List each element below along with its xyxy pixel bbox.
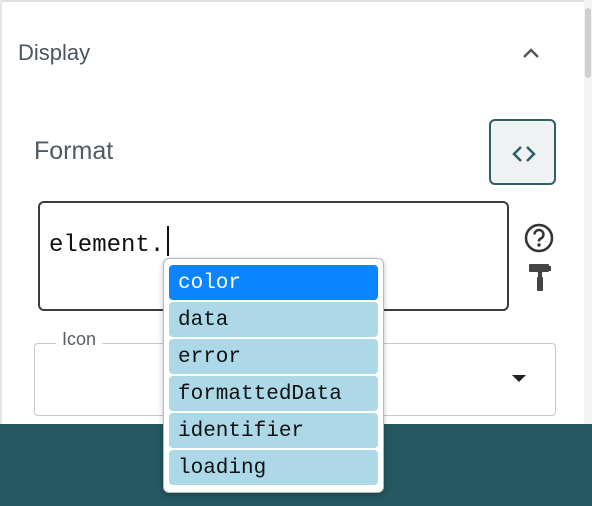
- chevron-up-icon[interactable]: [516, 38, 546, 68]
- scrollbar-thumb[interactable]: [585, 8, 591, 78]
- autocomplete-item-loading[interactable]: loading: [169, 450, 378, 485]
- autocomplete-list: color data error formattedData identifie…: [163, 258, 384, 493]
- format-label: Format: [34, 137, 114, 165]
- text-caret: [167, 226, 170, 256]
- dropdown-arrow-icon[interactable]: [512, 375, 526, 382]
- autocomplete-item-color[interactable]: color: [169, 265, 378, 300]
- panel-top-border: [0, 0, 592, 2]
- display-section-header[interactable]: Display: [2, 18, 582, 88]
- autocomplete-item-data[interactable]: data: [169, 302, 378, 337]
- format-value-text: element.: [49, 232, 165, 259]
- paint-roller-icon[interactable]: [527, 263, 553, 293]
- autocomplete-item-formatteddata[interactable]: formattedData: [169, 376, 378, 411]
- autocomplete-item-error[interactable]: error: [169, 339, 378, 374]
- help-circle-icon[interactable]: [523, 222, 555, 254]
- code-brackets-icon: [512, 146, 536, 162]
- autocomplete-item-identifier[interactable]: identifier: [169, 413, 378, 448]
- icon-select-label: Icon: [56, 329, 103, 350]
- section-title: Display: [18, 40, 91, 65]
- format-value-line[interactable]: element.: [49, 226, 170, 259]
- code-toggle-button[interactable]: [489, 119, 556, 185]
